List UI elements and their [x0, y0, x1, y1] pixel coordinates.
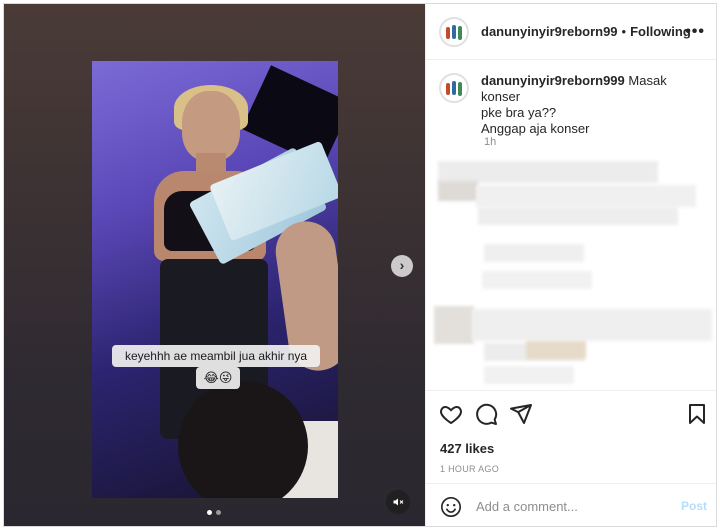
carousel-dot-active: [207, 510, 212, 515]
redacted-comment: [476, 185, 696, 207]
caption-line-3: Anggap aja konser: [481, 121, 590, 136]
video-caption-overlay: keyehhh ae meambil jua akhir nya: [112, 345, 320, 367]
caption-username[interactable]: danunyinyir9reborn999: [481, 73, 625, 88]
caption-text: danunyinyir9reborn999 Masak konser pke b…: [481, 73, 709, 137]
mute-button[interactable]: [386, 490, 410, 514]
redacted-comment: [478, 207, 678, 225]
next-slide-button[interactable]: ›: [391, 255, 413, 277]
redacted-comment: [482, 271, 592, 289]
redacted-comment: [434, 306, 474, 344]
author-username[interactable]: danunyinyir9reborn99: [481, 24, 618, 39]
chevron-right-icon: ›: [399, 257, 405, 273]
post-header: danunyinyir9reborn99 • Following •••: [426, 4, 716, 60]
redacted-comment: [484, 366, 574, 384]
paper-plane-icon[interactable]: [509, 402, 533, 426]
redacted-comment: [438, 161, 658, 183]
redacted-comment: [472, 309, 712, 341]
media-panel: keyehhh ae meambil jua akhir nya 😂😜 ›: [4, 4, 425, 526]
likes-count[interactable]: 427 likes: [440, 441, 494, 456]
carousel-dot: [216, 510, 221, 515]
post-dialog: keyehhh ae meambil jua akhir nya 😂😜 › da…: [3, 3, 717, 527]
post-actions: 427 likes 1 HOUR AGO Post: [426, 390, 716, 526]
caption-timestamp: 1h: [484, 136, 497, 148]
post-sidebar: danunyinyir9reborn99 • Following ••• dan…: [425, 4, 716, 526]
caption-avatar[interactable]: [439, 73, 469, 103]
post-caption: danunyinyir9reborn999 Masak konser pke b…: [439, 73, 709, 137]
redacted-comment: [438, 181, 478, 201]
heart-icon[interactable]: [439, 402, 463, 426]
comment-input[interactable]: [476, 499, 666, 514]
video-emoji-overlay: 😂😜: [196, 367, 240, 389]
caption-line-2: pke bra ya??: [481, 105, 557, 120]
viewer-head: [178, 381, 308, 498]
redacted-comment: [484, 244, 584, 262]
more-horizontal-icon[interactable]: •••: [685, 23, 705, 41]
comments-section: danunyinyir9reborn999 Masak konser pke b…: [426, 61, 716, 390]
carousel-indicator: [207, 510, 221, 515]
following-button[interactable]: Following: [630, 24, 691, 39]
post-comment-button[interactable]: Post: [681, 499, 707, 513]
add-comment-bar: Post: [426, 483, 716, 526]
author-avatar[interactable]: [439, 16, 469, 47]
post-video[interactable]: keyehhh ae meambil jua akhir nya 😂😜: [92, 61, 338, 498]
header-separator: •: [621, 24, 627, 39]
emoji-smile-icon[interactable]: [440, 496, 462, 518]
action-icons: [439, 402, 709, 428]
comment-bubble-icon[interactable]: [474, 402, 498, 426]
speaker-muted-icon: [393, 498, 404, 506]
bookmark-icon[interactable]: [685, 402, 709, 426]
post-timestamp: 1 HOUR AGO: [440, 464, 500, 474]
redacted-comment: [526, 341, 586, 359]
